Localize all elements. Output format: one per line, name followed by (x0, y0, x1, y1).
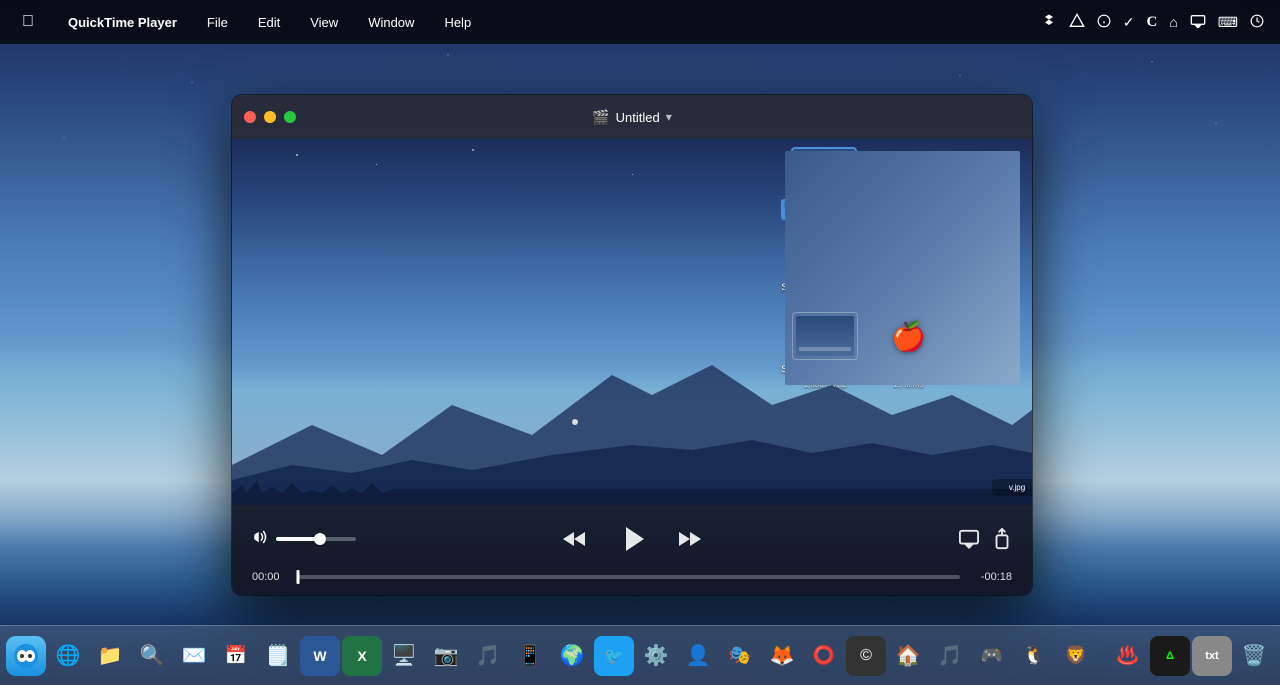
right-controls (958, 528, 1012, 550)
desktop-icons-container: Recording-Window.jpg 1,600 × 450 (781, 147, 1024, 389)
googledrive-icon[interactable] (1069, 13, 1085, 32)
airplay-button[interactable] (958, 529, 980, 549)
time-current: 00:00 (252, 571, 288, 583)
dock-item-terminal[interactable]: Δ (1150, 636, 1190, 676)
play-button[interactable] (612, 519, 652, 559)
info-icon[interactable] (1097, 14, 1111, 31)
dock-item-circle[interactable]: ⭕ (804, 636, 844, 676)
playback-buttons (560, 519, 704, 559)
dock-item-twitter[interactable]: 🐦 (594, 636, 634, 676)
airplay-menu-icon[interactable] (1190, 14, 1206, 31)
partial-icon: v.jpg (992, 479, 1032, 496)
volume-slider[interactable] (276, 537, 356, 541)
time-remaining: -00:18 (970, 571, 1012, 583)
title-dropdown-arrow[interactable]: ▾ (666, 110, 672, 124)
maximize-button[interactable] (284, 111, 296, 123)
dock-item-safari[interactable]: 🌐 (48, 636, 88, 676)
dock-item-steam[interactable]: ♨️ (1108, 636, 1148, 676)
finder-icon (12, 642, 40, 670)
minimize-button[interactable] (264, 111, 276, 123)
dock-item-monitor[interactable]: 🖥️ (384, 636, 424, 676)
menubar-left:  QuickTime Player File Edit View Window… (16, 11, 477, 33)
menu-window[interactable]: Window (362, 13, 420, 32)
dock-item-finder2[interactable]: 📁 (90, 636, 130, 676)
dock-item-game[interactable]: 🎭 (720, 636, 760, 676)
volume-icon[interactable] (252, 529, 270, 550)
rewind-button[interactable] (560, 525, 588, 553)
checkmark-icon[interactable]: ✓ (1123, 14, 1135, 31)
timeline-bar[interactable] (298, 575, 960, 579)
document-icon: 🎬 (592, 109, 609, 126)
controls-bar: 00:00 -00:18 (232, 505, 1032, 595)
close-button[interactable] (244, 111, 256, 123)
menu-view[interactable]: View (304, 13, 344, 32)
volume-section (252, 529, 356, 550)
dock-item-system[interactable]: ⚙️ (636, 636, 676, 676)
menubar:  QuickTime Player File Edit View Window… (0, 0, 1280, 44)
dock-item-spotlight[interactable]: 🔍 (132, 636, 172, 676)
dock-item-firefox[interactable]: 🦊 (762, 636, 802, 676)
clock-icon[interactable] (1250, 14, 1264, 31)
dock: 🌐 📁 🔍 ✉️ 📅 🗒️ W X 🖥️ 📷 🎵 📱 🌍 🐦 ⚙️ 👤 🎭 🦊 … (0, 625, 1280, 685)
dock-item-calendar[interactable]: 📅 (216, 636, 256, 676)
dock-item-photos[interactable]: 📷 (426, 636, 466, 676)
dock-item-word[interactable]: W (300, 636, 340, 676)
dock-item-lion[interactable]: 🦁 (1056, 636, 1096, 676)
dock-item-ios-sim[interactable]: 📱 (510, 636, 550, 676)
cursor (572, 419, 578, 425)
keyboard-icon[interactable]: ⌨ (1218, 14, 1238, 31)
menu-file[interactable]: File (201, 13, 234, 32)
dock-item-mail[interactable]: ✉️ (174, 636, 214, 676)
titlebar-center: 🎬 Untitled ▾ (592, 109, 672, 126)
dock-item-game2[interactable]: 🎮 (972, 636, 1012, 676)
dock-item-music2[interactable]: 🎵 (930, 636, 970, 676)
desktop-icon-screenshot[interactable]: Screen Shot 2017-03-08 at 9.52.59 AM.jpg… (781, 230, 952, 307)
dock-item-home2[interactable]: 🏠 (888, 636, 928, 676)
dock-item-linux[interactable]: 🐧 (1014, 636, 1054, 676)
menu-app-name[interactable]: QuickTime Player (62, 13, 183, 32)
share-button[interactable] (992, 528, 1012, 550)
apple-menu[interactable]:  (16, 11, 40, 33)
clipboard-icon[interactable]: C (1146, 14, 1157, 31)
dock-item-user[interactable]: 👤 (678, 636, 718, 676)
dock-item-excel[interactable]: X (342, 636, 382, 676)
dock-item-copyright[interactable]: © (846, 636, 886, 676)
menu-edit[interactable]: Edit (252, 13, 286, 32)
dock-item-itunes[interactable]: 🎵 (468, 636, 508, 676)
dock-item-trash[interactable]: 🗑️ (1234, 636, 1274, 676)
dock-item-browser[interactable]: 🌍 (552, 636, 592, 676)
window-title: Untitled (616, 110, 660, 125)
menubar-right: ✓ C ⌂ ⌨ (1041, 13, 1264, 32)
dock-item-text[interactable]: txt (1192, 636, 1232, 676)
menu-help[interactable]: Help (438, 13, 477, 32)
timeline-thumb (297, 570, 300, 584)
quicktime-window: 🎬 Untitled ▾ (232, 95, 1032, 595)
controls-main (232, 505, 1032, 567)
timeline-section: 00:00 -00:18 (232, 567, 1032, 593)
volume-thumb (314, 533, 326, 545)
video-area: Recording-Window.jpg 1,600 × 450 (232, 139, 1032, 595)
dock-item-notes[interactable]: 🗒️ (258, 636, 298, 676)
dock-item-finder[interactable] (6, 636, 46, 676)
fast-forward-button[interactable] (676, 525, 704, 553)
window-controls (244, 111, 296, 123)
dropbox-icon[interactable] (1041, 13, 1057, 32)
titlebar: 🎬 Untitled ▾ (232, 95, 1032, 139)
home-icon[interactable]: ⌂ (1169, 14, 1177, 30)
